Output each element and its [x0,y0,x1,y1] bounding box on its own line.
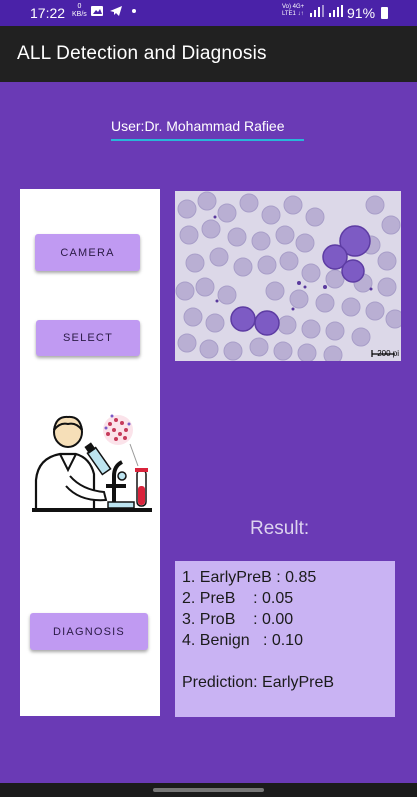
camera-button[interactable]: CAMERA [35,234,140,271]
scale-bar-label: 200 pi [377,349,399,358]
network-type: Vo) 4G+ LTE1 ↓↑ [282,4,304,18]
network-type-bottom: LTE1 ↓↑ [282,11,304,17]
result-line-3: 3. ProB : 0.00 [182,611,294,628]
user-underline [111,139,304,141]
result-line-4: 4. Benign : 0.10 [182,632,303,649]
user-label: User:Dr. Mohammad Rafiee [111,118,285,134]
battery-icon [381,7,388,19]
navigation-bar [0,783,417,797]
gallery-icon [90,4,104,21]
app-bar: ALL Detection and Diagnosis [0,26,417,82]
result-box: 1. EarlyPreB : 0.85 2. PreB : 0.05 3. Pr… [175,561,395,717]
net-speed: 0 KB/s [72,3,87,19]
telegram-icon [109,4,123,21]
net-speed-unit: KB/s [72,11,87,18]
result-line-2: 2. PreB : 0.05 [182,590,294,607]
select-button[interactable]: SELECT [36,320,140,356]
result-label: Result: [250,518,310,539]
battery-percent: 91% [347,5,376,21]
result-line-1: 1. EarlyPreB : 0.85 [182,569,317,586]
prediction-text: Prediction: EarlyPreB [182,674,335,691]
home-gesture-pill[interactable] [153,788,264,792]
net-speed-value: 0 [77,3,82,10]
blood-smear-image: 200 pi [175,191,401,361]
scientist-microscope-illustration [30,410,155,516]
diagnosis-button[interactable]: DIAGNOSIS [30,613,148,650]
signal-icon [310,4,344,21]
status-bar: 17:22 0 KB/s Vo) 4G+ LTE1 ↓↑ 91% [0,0,417,26]
network-type-top: Vo) 4G+ [282,4,305,10]
dot-icon [131,4,137,21]
status-time: 17:22 [30,5,66,21]
app-title: ALL Detection and Diagnosis [17,43,267,64]
